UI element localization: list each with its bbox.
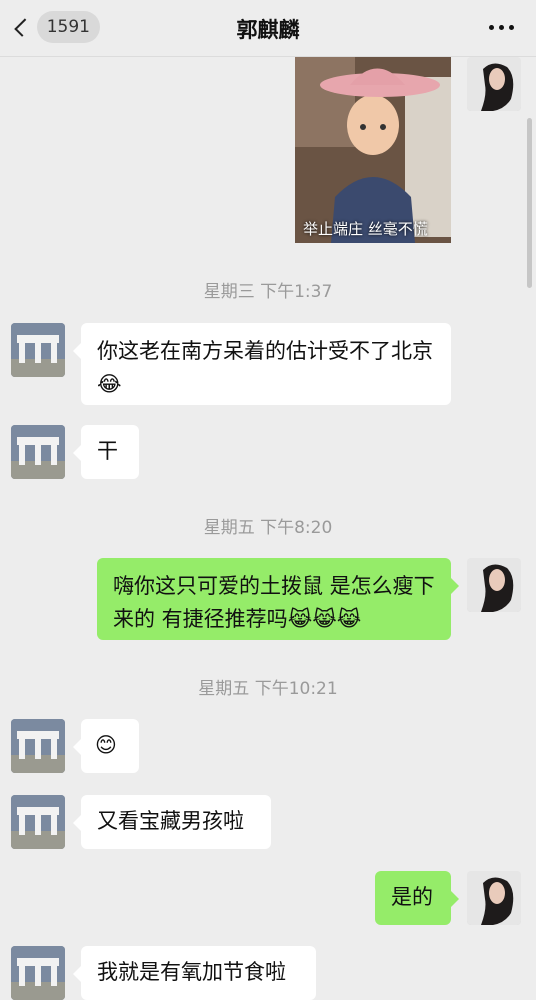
avatar[interactable]	[11, 795, 65, 849]
message-text: 是的	[391, 885, 433, 909]
arch-avatar-image	[11, 946, 65, 1000]
chat-title: 郭麒麟	[236, 18, 300, 42]
dot-icon	[509, 25, 514, 30]
message-text: 干	[97, 439, 118, 463]
laughing-emoji-icon: 😂	[97, 372, 122, 396]
message-text: 又看宝藏男孩啦	[97, 809, 244, 833]
message-bubble[interactable]: 干	[73, 425, 139, 479]
timestamp: 星期五 下午8:20	[203, 518, 333, 538]
avatar[interactable]	[11, 719, 65, 773]
more-options-button[interactable]	[489, 25, 514, 30]
message-bubble[interactable]: 又看宝藏男孩啦	[73, 795, 271, 849]
smiling-emoji-icon: 😊	[95, 733, 117, 757]
message-text: 你这老在南方呆着的估计受不了北京	[97, 339, 433, 363]
meme-photo	[295, 57, 451, 243]
message-text: 嗨你这只可爱的土拨鼠 是怎么瘦下来的 有捷径推荐吗	[113, 574, 435, 631]
girl-avatar-image	[467, 57, 521, 111]
timestamp: 星期五 下午10:21	[198, 679, 338, 699]
message-bubble[interactable]: 嗨你这只可爱的土拨鼠 是怎么瘦下来的 有捷径推荐吗😹😹😹	[97, 558, 459, 640]
dot-icon	[489, 25, 494, 30]
message-bubble[interactable]: 是的	[375, 871, 459, 925]
avatar[interactable]	[467, 558, 521, 612]
message-bubble[interactable]: 你这老在南方呆着的估计受不了北京 😂	[73, 323, 451, 405]
photo-caption: 举止端庄 丝毫不慌	[303, 220, 428, 238]
arch-avatar-image	[11, 425, 65, 479]
message-text: 我就是有氧加节食啦	[97, 960, 286, 984]
girl-avatar-image	[467, 871, 521, 925]
arch-avatar-image	[11, 323, 65, 377]
avatar[interactable]	[11, 425, 65, 479]
avatar[interactable]	[467, 871, 521, 925]
arch-avatar-image	[11, 719, 65, 773]
cat-laughing-emoji-icon: 😹😹😹	[287, 607, 362, 631]
message-bubble[interactable]: 我就是有氧加节食啦	[73, 946, 316, 1000]
timestamp: 星期三 下午1:37	[203, 282, 333, 302]
message-bubble[interactable]: 😊	[73, 719, 139, 773]
arch-avatar-image	[11, 795, 65, 849]
scrollbar[interactable]	[527, 118, 532, 288]
photo-message[interactable]: 举止端庄 丝毫不慌	[295, 57, 451, 243]
avatar[interactable]	[11, 323, 65, 377]
girl-avatar-image	[467, 558, 521, 612]
avatar[interactable]	[11, 946, 65, 1000]
chat-header: 1591 郭麒麟	[0, 0, 536, 57]
avatar[interactable]	[467, 57, 521, 111]
dot-icon	[499, 25, 504, 30]
